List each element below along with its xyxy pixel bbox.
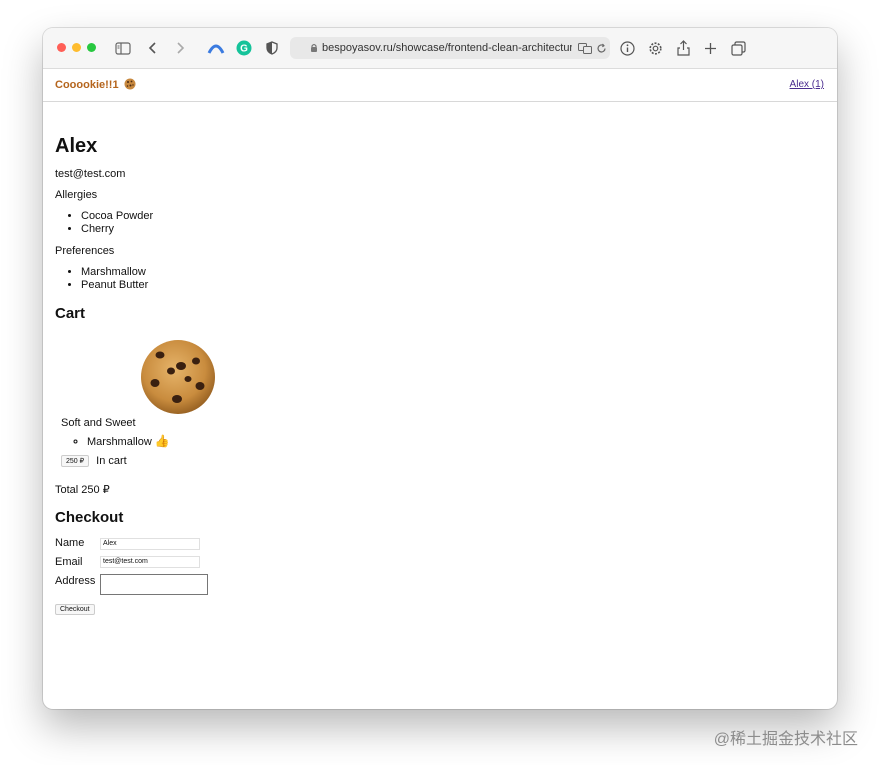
topping-name: Marshmallow xyxy=(87,436,152,448)
cookie-emoji-icon xyxy=(124,78,136,93)
user-cart-link[interactable]: Alex (1) xyxy=(790,79,824,90)
list-item: Marshmallow 👍 xyxy=(87,435,170,449)
name-input[interactable]: Alex xyxy=(100,538,200,550)
forward-icon[interactable] xyxy=(170,38,190,58)
zoom-window-button[interactable] xyxy=(87,43,96,52)
cart-item-toppings: Marshmallow 👍 xyxy=(61,435,170,449)
profile-name-heading: Alex xyxy=(55,135,98,157)
thumbs-up-emoji-icon: 👍 xyxy=(154,434,170,448)
allergies-label: Allergies xyxy=(55,189,98,201)
share-icon[interactable] xyxy=(673,38,693,58)
reload-icon[interactable] xyxy=(596,43,607,54)
address-bar[interactable]: bespoyasov.ru/showcase/frontend-clean-ar… xyxy=(290,37,610,59)
main-content: Alex test@test.com Allergies Cocoa Powde… xyxy=(55,136,455,617)
address-label: Address xyxy=(55,575,96,587)
email-label: Email xyxy=(55,556,83,568)
minimize-window-button[interactable] xyxy=(72,43,81,52)
sidebar-icon[interactable] xyxy=(113,38,133,58)
close-window-button[interactable] xyxy=(57,43,66,52)
profile-email: test@test.com xyxy=(55,168,126,180)
cart-item-name: Soft and Sweet xyxy=(61,417,136,429)
brand-logo[interactable]: Cooookie!!1 xyxy=(55,78,136,93)
extension-arc-icon[interactable] xyxy=(206,38,226,58)
preferences-list: Marshmallow Peanut Butter xyxy=(55,266,455,292)
back-icon[interactable] xyxy=(143,38,163,58)
new-tab-plus-icon[interactable] xyxy=(700,38,720,58)
cart-item: Soft and Sweet Marshmallow 👍 250 ₽ In ca… xyxy=(55,339,455,479)
cart-heading: Cart xyxy=(55,305,86,322)
site-header: Cooookie!!1 Alex (1) xyxy=(43,69,837,102)
name-label: Name xyxy=(55,537,85,549)
cart-item-actions: 250 ₽ In cart xyxy=(61,455,127,467)
cookie-product-image xyxy=(141,340,215,414)
svg-text:G: G xyxy=(240,44,248,55)
list-item: Cherry xyxy=(81,223,455,236)
url-text: bespoyasov.ru/showcase/frontend-clean-ar… xyxy=(322,42,572,54)
address-textarea[interactable] xyxy=(100,574,208,595)
checkout-form: Name Alex Email test@test.com Address Ch… xyxy=(55,537,455,617)
browser-window: G bespoyasov.ru/showcase/frontend-clean-… xyxy=(43,28,837,709)
translate-icon[interactable] xyxy=(578,42,592,54)
price-button[interactable]: 250 ₽ xyxy=(61,455,90,467)
list-item: Cocoa Powder xyxy=(81,210,455,223)
tab-overview-icon[interactable] xyxy=(728,38,748,58)
list-item: Peanut Butter xyxy=(81,279,455,292)
privacy-shield-icon[interactable] xyxy=(262,38,282,58)
info-icon[interactable] xyxy=(617,38,637,58)
browser-toolbar: G bespoyasov.ru/showcase/frontend-clean-… xyxy=(43,28,837,69)
checkout-heading: Checkout xyxy=(55,509,124,526)
checkout-button[interactable]: Checkout xyxy=(55,604,95,615)
grammarly-icon[interactable]: G xyxy=(234,38,254,58)
email-input[interactable]: test@test.com xyxy=(100,556,200,568)
lock-icon xyxy=(310,43,318,53)
brand-text: Cooookie!!1 xyxy=(55,79,119,91)
watermark-text: @稀土掘金技术社区 xyxy=(713,731,858,748)
list-item: Marshmallow xyxy=(81,266,455,279)
settings-gear-icon[interactable] xyxy=(645,38,665,58)
allergies-list: Cocoa Powder Cherry xyxy=(55,210,455,236)
preferences-label: Preferences xyxy=(55,245,115,257)
cart-item-status: In cart xyxy=(96,455,127,467)
cart-total: Total 250 ₽ xyxy=(55,484,110,496)
